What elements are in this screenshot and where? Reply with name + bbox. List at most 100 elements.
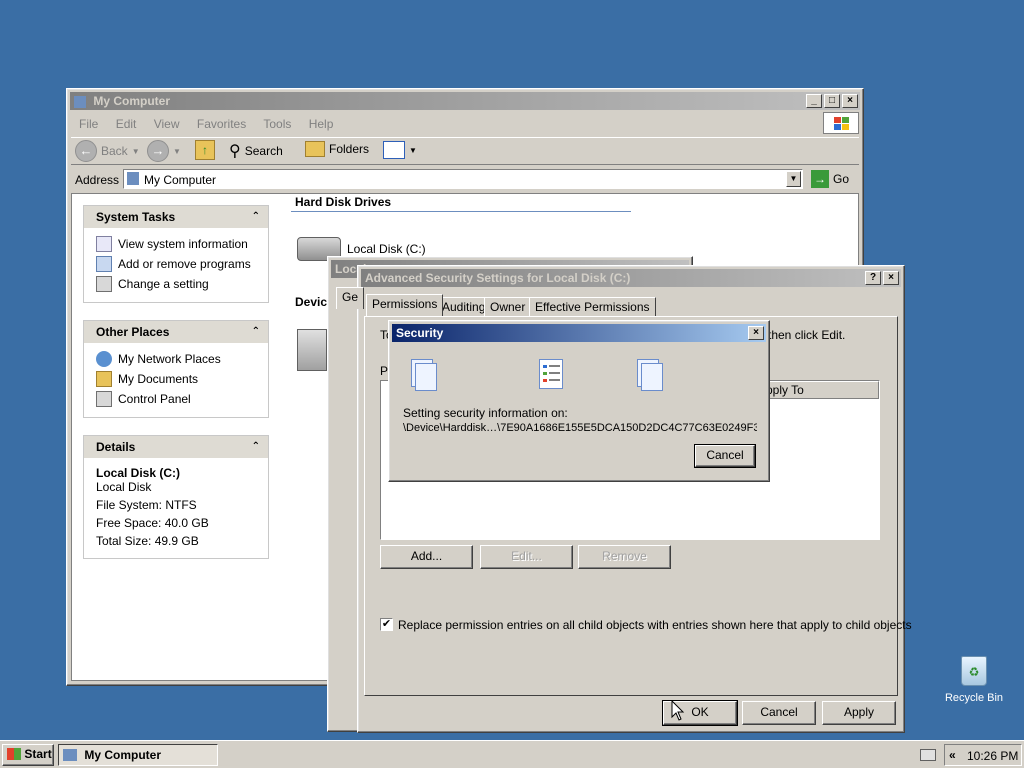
computer-icon	[127, 172, 139, 185]
menu-favorites[interactable]: Favorites	[197, 117, 246, 131]
network-globe-icon	[96, 351, 112, 367]
computer-icon	[74, 96, 86, 108]
recycle-bin-shortcut[interactable]: ♻ Recycle Bin	[940, 656, 1008, 704]
close-button[interactable]: ×	[842, 94, 858, 108]
close-button[interactable]: ×	[748, 326, 764, 340]
up-folder-icon: ↑	[195, 140, 215, 160]
back-arrow-icon: ←	[75, 140, 97, 162]
tray-expand-chevron[interactable]: «	[949, 748, 956, 762]
views-button[interactable]: ▼	[383, 141, 417, 159]
address-label: Address	[75, 173, 120, 187]
view-system-info-link[interactable]: View system information	[84, 234, 268, 254]
maximize-button[interactable]: □	[824, 94, 840, 108]
views-icon	[383, 141, 405, 159]
documents-folder-icon	[96, 371, 112, 387]
up-folder-button[interactable]: ↑	[195, 140, 215, 160]
document-stack-icon	[411, 359, 441, 395]
search-button[interactable]: ⚲ Search	[229, 141, 283, 161]
details-type: Local Disk	[96, 480, 152, 494]
clock[interactable]: 10:26 PM	[967, 749, 1018, 763]
my-computer-titlebar[interactable]: My Computer _ □ ×	[70, 92, 860, 110]
add-remove-icon	[96, 256, 112, 272]
details-file-system: File System: NTFS	[96, 498, 197, 512]
tab-general[interactable]: Ge	[336, 287, 365, 309]
chevron-down-icon: ▼	[409, 145, 417, 155]
windows-logo-icon	[823, 112, 859, 134]
taskbar: Start My Computer « 10:26 PM	[0, 740, 1024, 768]
computer-icon	[63, 749, 77, 761]
add-remove-programs-link[interactable]: Add or remove programs	[84, 254, 268, 274]
security-dialog-titlebar[interactable]: Security ×	[392, 324, 766, 342]
details-total-size: Total Size: 49.9 GB	[96, 534, 199, 548]
collapse-chevron-icon[interactable]: ⌃	[252, 321, 260, 343]
go-button[interactable]: → Go	[811, 170, 849, 188]
chevron-down-icon: ▼	[131, 146, 140, 156]
network-places-link[interactable]: My Network Places	[84, 349, 268, 369]
menu-help[interactable]: Help	[309, 117, 334, 131]
tab-effective-permissions[interactable]: Effective Permissions	[529, 297, 656, 317]
menu-tools[interactable]: Tools	[263, 117, 291, 131]
list-header-apply-to[interactable]: pply To	[761, 381, 879, 399]
apply-button[interactable]: Apply	[822, 701, 896, 725]
back-button[interactable]: ← Back ▼	[75, 140, 140, 162]
details-name: Local Disk (C:)	[96, 466, 181, 480]
menu-edit[interactable]: Edit	[116, 117, 137, 131]
hard-disk-divider	[291, 211, 631, 212]
minimize-button[interactable]: _	[806, 94, 822, 108]
security-cancel-button[interactable]: Cancel	[694, 444, 756, 468]
toolbar: ← Back ▼ → ▼ ↑ ⚲ Search Folders ▼	[71, 137, 859, 165]
start-button[interactable]: Start	[2, 744, 54, 766]
hard-disk-drives-header: Hard Disk Drives	[295, 195, 392, 209]
details-panel: Details ⌃ Local Disk (C:) Local Disk Fil…	[83, 435, 269, 559]
security-dialog: Security × Setting security information …	[388, 320, 770, 482]
edit-button[interactable]: Edit...	[480, 545, 573, 569]
system-info-icon	[96, 236, 112, 252]
collapse-chevron-icon[interactable]: ⌃	[252, 436, 260, 458]
folders-button[interactable]: Folders	[305, 141, 369, 157]
close-button[interactable]: ×	[883, 271, 899, 285]
window-title: My Computer	[93, 94, 171, 108]
menu-view[interactable]: View	[154, 117, 180, 131]
replace-permissions-checkbox[interactable]: ✔	[380, 618, 393, 631]
document-stack-icon	[637, 359, 667, 395]
replace-permissions-label: Replace permission entries on all child …	[398, 618, 912, 632]
help-button[interactable]: ?	[865, 271, 881, 285]
security-path: \Device\Harddisk…\7E90A1686E155E5DCA150D…	[403, 422, 757, 434]
advanced-security-titlebar[interactable]: Advanced Security Settings for Local Dis…	[361, 269, 901, 287]
forward-arrow-icon: →	[147, 140, 169, 162]
system-tasks-header[interactable]: System Tasks ⌃	[84, 206, 268, 228]
control-panel-icon	[96, 391, 112, 407]
other-places-panel: Other Places ⌃ My Network Places My Docu…	[83, 320, 269, 418]
address-input[interactable]: My Computer ▼	[123, 169, 803, 189]
chevron-down-icon: ▼	[173, 146, 181, 156]
my-documents-link[interactable]: My Documents	[84, 369, 268, 389]
address-bar: Address My Computer ▼ → Go	[71, 168, 859, 192]
security-list-icon	[539, 359, 563, 389]
tray-keyboard-icon[interactable]	[920, 749, 936, 761]
system-tasks-panel: System Tasks ⌃ View system information A…	[83, 205, 269, 303]
search-icon: ⚲	[229, 143, 241, 160]
add-button[interactable]: Add...	[380, 545, 473, 569]
cancel-button[interactable]: Cancel	[742, 701, 816, 725]
cd-drive-icon	[297, 329, 327, 371]
mouse-cursor-icon	[671, 700, 685, 721]
change-setting-link[interactable]: Change a setting	[84, 274, 268, 294]
tab-permissions[interactable]: Permissions	[366, 294, 444, 316]
windows-flag-icon	[7, 748, 21, 760]
system-tray: « 10:26 PM	[944, 744, 1022, 766]
taskbar-my-computer[interactable]: My Computer	[58, 744, 218, 766]
other-places-header[interactable]: Other Places ⌃	[84, 321, 268, 343]
go-arrow-icon: →	[811, 170, 829, 188]
collapse-chevron-icon[interactable]: ⌃	[252, 206, 260, 228]
remove-button[interactable]: Remove	[578, 545, 671, 569]
folders-icon	[305, 141, 325, 157]
recycle-bin-icon: ♻	[961, 656, 987, 686]
control-panel-icon	[96, 276, 112, 292]
details-header[interactable]: Details ⌃	[84, 436, 268, 458]
address-dropdown-button[interactable]: ▼	[786, 171, 801, 187]
control-panel-link[interactable]: Control Panel	[84, 389, 268, 409]
tab-owner[interactable]: Owner	[484, 297, 532, 317]
menu-file[interactable]: File	[79, 117, 98, 131]
menu-bar: File Edit View Favorites Tools Help	[79, 117, 347, 133]
forward-button[interactable]: → ▼	[147, 140, 181, 162]
